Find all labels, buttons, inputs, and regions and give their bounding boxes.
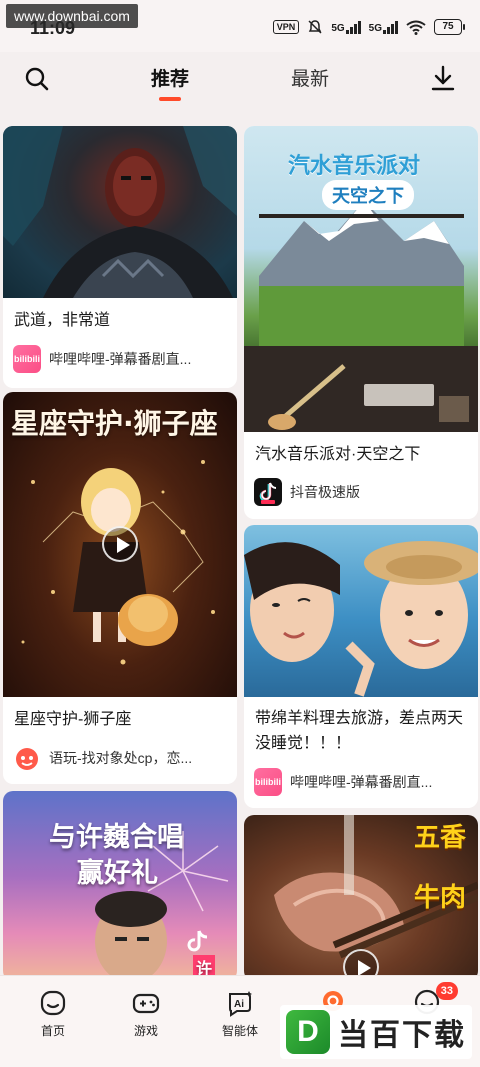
card-title: 带绵羊料理去旅游，差点两天没睡觉！！！ xyxy=(255,710,464,752)
svg-text:Ai: Ai xyxy=(234,999,244,1010)
tab-latest-label: 最新 xyxy=(291,69,330,90)
card-overlay-line1: 与许巍合唱 xyxy=(49,822,184,853)
notification-badge: 33 xyxy=(435,982,458,1000)
download-icon[interactable] xyxy=(430,64,456,92)
card-thumbnail xyxy=(244,525,478,697)
card-overlay-line2: 赢好礼 xyxy=(77,858,158,889)
nav-agents-label: 智能体 xyxy=(221,1024,258,1038)
card-source: bilibili 哔哩哔哩-弹幕番剧直... xyxy=(254,768,470,796)
search-icon[interactable] xyxy=(24,66,50,92)
card-overlay-title: 星座守护·狮子座 xyxy=(11,407,218,440)
watermark-top: www.downbai.com xyxy=(6,4,138,28)
two-girls-image xyxy=(244,541,478,697)
card-title: 汽水音乐派对·天空之下 xyxy=(255,446,421,463)
card-overlay-line2: 天空之下 xyxy=(322,180,414,210)
card-source: 语玩-找对象处cp，恋... xyxy=(13,744,229,772)
nav-home-label: 首页 xyxy=(40,1024,65,1038)
tab-latest[interactable]: 最新 xyxy=(291,64,329,91)
wifi-icon xyxy=(406,20,426,35)
card-overlay-line2: 牛肉 xyxy=(414,883,467,913)
nav-agents[interactable]: Ai 智能体 xyxy=(205,988,275,1039)
mute-bell-icon xyxy=(308,20,322,34)
card-source-label: 语玩-找对象处cp，恋... xyxy=(49,750,193,766)
feed-card-singer[interactable]: 与许巍合唱 赢好礼 许 xyxy=(3,791,237,981)
feed-card-travel[interactable]: 带绵羊料理去旅游，差点两天没睡觉！！！ bilibili 哔哩哔哩-弹幕番剧直.… xyxy=(244,525,478,808)
gamepad-icon xyxy=(132,993,160,1014)
tab-recommended[interactable]: 推荐 xyxy=(151,64,190,101)
card-source-label: 哔哩哔哩-弹幕番剧直... xyxy=(290,774,433,790)
active-tab-indicator xyxy=(159,97,181,101)
card-source-label: 抖音极速版 xyxy=(290,484,360,500)
card-thumbnail: 星座守护·狮子座 xyxy=(3,392,237,697)
feed-card-beef[interactable]: 五香 牛肉 xyxy=(244,815,478,981)
feed-card-martial[interactable]: 武道，非常道 bilibili 哔哩哔哩-弹幕番剧直... xyxy=(3,126,237,388)
bilibili-icon: bilibili xyxy=(254,768,282,796)
nav-games[interactable]: 游戏 xyxy=(111,988,181,1039)
nav-home[interactable]: 首页 xyxy=(18,988,88,1039)
signal-sim1-icon: 5G xyxy=(331,20,361,34)
card-thumbnail xyxy=(3,126,237,298)
card-source-label: 哔哩哔哩-弹幕番剧直... xyxy=(49,351,192,367)
feed-card-music-party[interactable]: 汽水音乐派对 天空之下 汽水音乐派对·天空之下 抖音极速版 xyxy=(244,126,478,519)
watermark-logo: D xyxy=(286,1010,330,1054)
feed-card-leo[interactable]: 星座守护·狮子座 星座守护-狮子座 语玩-找对象处cp，恋... xyxy=(3,392,237,784)
sim2-label: 5G xyxy=(368,22,382,34)
card-thumbnail: 与许巍合唱 赢好礼 许 xyxy=(3,791,237,981)
signal-sim2-icon: 5G xyxy=(368,20,398,34)
watermark-bottom: D 当百下载 xyxy=(280,1005,472,1059)
ai-icon: Ai xyxy=(229,991,252,1017)
status-bar: 11:09 www.downbai.com VPN 5G 5G 75 xyxy=(0,0,480,52)
masked-warrior-image xyxy=(3,126,237,298)
card-source: bilibili 哔哩哔哩-弹幕番剧直... xyxy=(13,345,229,373)
bilibili-icon: bilibili xyxy=(13,345,41,373)
card-overlay-line1: 五香 xyxy=(414,823,467,853)
douyin-icon xyxy=(254,478,282,506)
home-face-icon xyxy=(40,990,66,1016)
top-header: 推荐 最新 xyxy=(0,52,480,104)
card-source: 抖音极速版 xyxy=(254,478,470,506)
card-thumbnail: 汽水音乐派对 天空之下 xyxy=(244,126,478,432)
card-title: 武道，非常道 xyxy=(14,312,111,329)
battery-indicator: 75 xyxy=(434,19,465,35)
tab-recommended-label: 推荐 xyxy=(151,69,190,90)
watermark-text: 当百下载 xyxy=(338,1018,466,1053)
play-icon[interactable] xyxy=(102,526,138,562)
card-title: 星座守护-狮子座 xyxy=(14,711,132,728)
vpn-badge: VPN xyxy=(272,20,300,34)
sim1-label: 5G xyxy=(331,22,345,34)
yuwan-icon xyxy=(13,744,41,772)
tiktok-note-icon xyxy=(187,930,208,952)
nav-games-label: 游戏 xyxy=(133,1024,158,1038)
card-overlay-line1: 汽水音乐派对 xyxy=(288,154,421,179)
card-thumbnail: 五香 牛肉 xyxy=(244,815,478,981)
status-icons: VPN 5G 5G 75 xyxy=(272,19,465,35)
